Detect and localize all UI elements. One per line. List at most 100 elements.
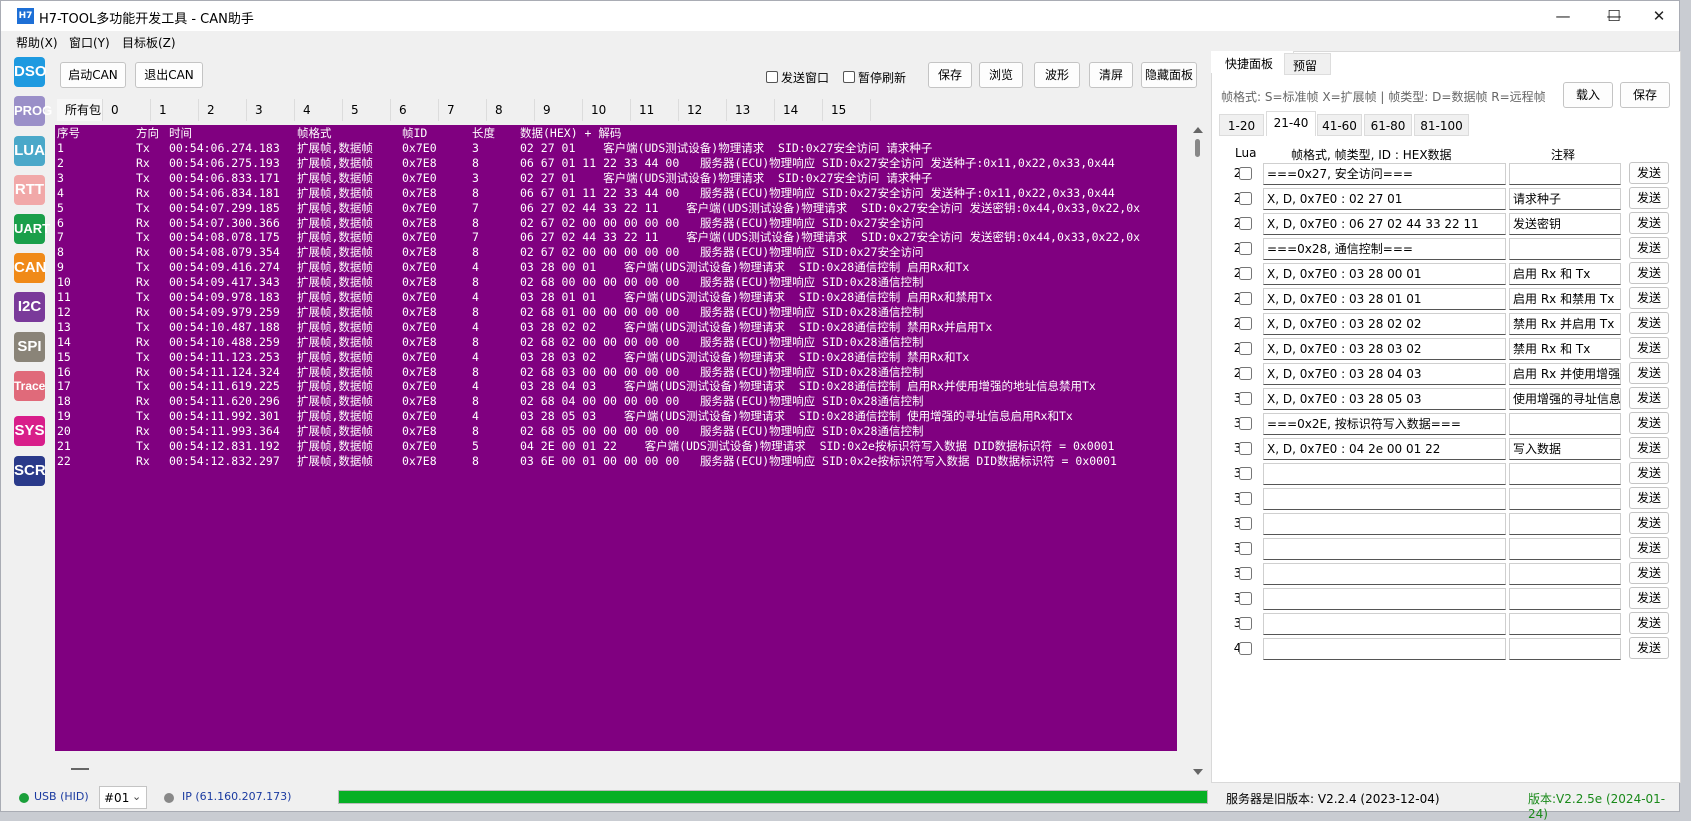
quick-row-note-field[interactable] bbox=[1509, 163, 1621, 185]
can-log[interactable]: 序号 方向 时间 帧格式 帧ID 长度 数据(HEX) + 解码 1 Tx 00:5… bbox=[55, 125, 1177, 751]
quick-row-data-field[interactable] bbox=[1263, 463, 1506, 485]
quick-row-lua-checkbox[interactable] bbox=[1239, 542, 1252, 555]
quick-row-send-button[interactable]: 发送 bbox=[1629, 237, 1669, 259]
quick-row-data-field[interactable] bbox=[1263, 513, 1506, 535]
filter-tab-all[interactable]: 所有包 bbox=[57, 99, 103, 121]
wave-button[interactable]: 波形 bbox=[1034, 62, 1080, 88]
quick-row-data-field[interactable]: X, D, 0x7E0 : 03 28 05 03 bbox=[1263, 388, 1506, 410]
quick-row-data-field[interactable]: X, D, 0x7E0 : 02 27 01 bbox=[1263, 188, 1506, 210]
filter-tab-5[interactable]: 5 bbox=[343, 99, 391, 121]
side-button-lua[interactable]: LUA bbox=[14, 136, 45, 166]
quick-row-note-field[interactable] bbox=[1509, 638, 1621, 660]
menu-help[interactable]: 帮助(X) bbox=[16, 34, 58, 51]
quick-row-data-field[interactable]: X, D, 0x7E0 : 03 28 03 02 bbox=[1263, 338, 1506, 360]
quick-row-note-field[interactable]: 发送密钥 bbox=[1509, 213, 1621, 235]
quick-row-note-field[interactable] bbox=[1509, 413, 1621, 435]
filter-tab-2[interactable]: 2 bbox=[199, 99, 247, 121]
quick-row-note-field[interactable] bbox=[1509, 513, 1621, 535]
quick-row-send-button[interactable]: 发送 bbox=[1629, 162, 1669, 184]
quick-row-note-field[interactable]: 启用 Rx 并使用增强 bbox=[1509, 363, 1621, 385]
quick-row-send-button[interactable]: 发送 bbox=[1629, 212, 1669, 234]
filter-tab-9[interactable]: 9 bbox=[535, 99, 583, 121]
quick-row-data-field[interactable]: ===0x27, 安全访问=== bbox=[1263, 163, 1506, 185]
quick-row-send-button[interactable]: 发送 bbox=[1629, 612, 1669, 634]
quick-row-send-button[interactable]: 发送 bbox=[1629, 512, 1669, 534]
quick-row-send-button[interactable]: 发送 bbox=[1629, 537, 1669, 559]
quick-row-send-button[interactable]: 发送 bbox=[1629, 562, 1669, 584]
quick-row-lua-checkbox[interactable] bbox=[1239, 517, 1252, 530]
quick-row-lua-checkbox[interactable] bbox=[1239, 217, 1252, 230]
quick-row-lua-checkbox[interactable] bbox=[1239, 342, 1252, 355]
side-button-uart[interactable]: UART bbox=[14, 214, 50, 244]
scroll-thumb[interactable] bbox=[1195, 139, 1200, 157]
filter-tab-3[interactable]: 3 bbox=[247, 99, 295, 121]
side-button-i2c[interactable]: I2C bbox=[14, 292, 45, 322]
quick-row-lua-checkbox[interactable] bbox=[1239, 242, 1252, 255]
quick-row-note-field[interactable]: 使用增强的寻址信息 bbox=[1509, 388, 1621, 410]
quick-row-data-field[interactable] bbox=[1263, 538, 1506, 560]
quick-row-note-field[interactable] bbox=[1509, 538, 1621, 560]
quick-row-lua-checkbox[interactable] bbox=[1239, 367, 1252, 380]
menu-target-board[interactable]: 目标板(Z) bbox=[122, 34, 176, 51]
quick-row-send-button[interactable]: 发送 bbox=[1629, 187, 1669, 209]
tab-reserved[interactable]: 预留 bbox=[1284, 53, 1331, 75]
quick-row-data-field[interactable] bbox=[1263, 588, 1506, 610]
quick-row-lua-checkbox[interactable] bbox=[1239, 267, 1252, 280]
filter-tab-11[interactable]: 11 bbox=[631, 99, 679, 121]
filter-tab-1[interactable]: 1 bbox=[151, 99, 199, 121]
exit-can-button[interactable]: 退出CAN bbox=[135, 62, 203, 88]
quick-row-data-field[interactable] bbox=[1263, 613, 1506, 635]
device-select[interactable]: #01 ⌄ bbox=[99, 786, 147, 809]
quick-row-lua-checkbox[interactable] bbox=[1239, 492, 1252, 505]
quick-row-data-field[interactable]: X, D, 0x7E0 : 03 28 02 02 bbox=[1263, 313, 1506, 335]
quick-row-send-button[interactable]: 发送 bbox=[1629, 312, 1669, 334]
side-button-scr[interactable]: SCR bbox=[14, 456, 46, 486]
browse-button[interactable]: 浏览 bbox=[979, 62, 1023, 88]
quick-row-send-button[interactable]: 发送 bbox=[1629, 387, 1669, 409]
filter-tab-4[interactable]: 4 bbox=[295, 99, 343, 121]
tab-quick-panel[interactable]: 快捷面板 bbox=[1211, 51, 1294, 73]
quick-row-lua-checkbox[interactable] bbox=[1239, 392, 1252, 405]
quick-row-data-field[interactable]: X, D, 0x7E0 : 03 28 04 03 bbox=[1263, 363, 1506, 385]
filter-tab-12[interactable]: 12 bbox=[679, 99, 727, 121]
quick-row-data-field[interactable] bbox=[1263, 488, 1506, 510]
maximize-button[interactable]: ☐ bbox=[1591, 1, 1637, 31]
quick-row-lua-checkbox[interactable] bbox=[1239, 292, 1252, 305]
quick-row-note-field[interactable] bbox=[1509, 613, 1621, 635]
menu-window[interactable]: 窗口(Y) bbox=[69, 34, 110, 51]
quick-row-send-button[interactable]: 发送 bbox=[1629, 262, 1669, 284]
quick-row-send-button[interactable]: 发送 bbox=[1629, 637, 1669, 659]
panel-save-button[interactable]: 保存 bbox=[1620, 82, 1670, 108]
quick-row-send-button[interactable]: 发送 bbox=[1629, 412, 1669, 434]
quick-row-lua-checkbox[interactable] bbox=[1239, 467, 1252, 480]
side-button-dso[interactable]: DSO bbox=[14, 57, 47, 87]
filter-tab-7[interactable]: 7 bbox=[439, 99, 487, 121]
quick-row-note-field[interactable]: 启用 Rx 和 Tx bbox=[1509, 263, 1621, 285]
quick-row-data-field[interactable] bbox=[1263, 638, 1506, 660]
quick-row-note-field[interactable]: 写入数据 bbox=[1509, 438, 1621, 460]
page-tab-61-80[interactable]: 61-80 bbox=[1364, 114, 1412, 136]
quick-row-note-field[interactable] bbox=[1509, 463, 1621, 485]
close-button[interactable]: ✕ bbox=[1636, 1, 1682, 31]
quick-row-note-field[interactable]: 请求种子 bbox=[1509, 188, 1621, 210]
filter-tab-14[interactable]: 14 bbox=[775, 99, 823, 121]
quick-row-lua-checkbox[interactable] bbox=[1239, 442, 1252, 455]
minimize-button-glyph[interactable]: — bbox=[1540, 1, 1586, 31]
quick-row-data-field[interactable]: X, D, 0x7E0 : 03 28 00 01 bbox=[1263, 263, 1506, 285]
page-tab-81-100[interactable]: 81-100 bbox=[1414, 114, 1469, 136]
side-button-prog[interactable]: PROG bbox=[14, 96, 52, 126]
quick-row-send-button[interactable]: 发送 bbox=[1629, 287, 1669, 309]
filter-tab-10[interactable]: 10 bbox=[583, 99, 631, 121]
scroll-down-arrow[interactable] bbox=[1193, 769, 1203, 775]
side-button-can[interactable]: CAN bbox=[14, 253, 47, 283]
quick-row-note-field[interactable] bbox=[1509, 563, 1621, 585]
clear-button[interactable]: 清屏 bbox=[1089, 62, 1133, 88]
pause-refresh-checkbox[interactable] bbox=[843, 71, 855, 83]
quick-row-send-button[interactable]: 发送 bbox=[1629, 462, 1669, 484]
side-button-sys[interactable]: SYS bbox=[14, 416, 45, 446]
side-button-rtt[interactable]: RTT bbox=[14, 175, 45, 205]
start-can-button[interactable]: 启动CAN bbox=[60, 62, 126, 88]
quick-row-send-button[interactable]: 发送 bbox=[1629, 587, 1669, 609]
quick-row-lua-checkbox[interactable] bbox=[1239, 592, 1252, 605]
quick-row-note-field[interactable]: 禁用 Rx 和 Tx bbox=[1509, 338, 1621, 360]
